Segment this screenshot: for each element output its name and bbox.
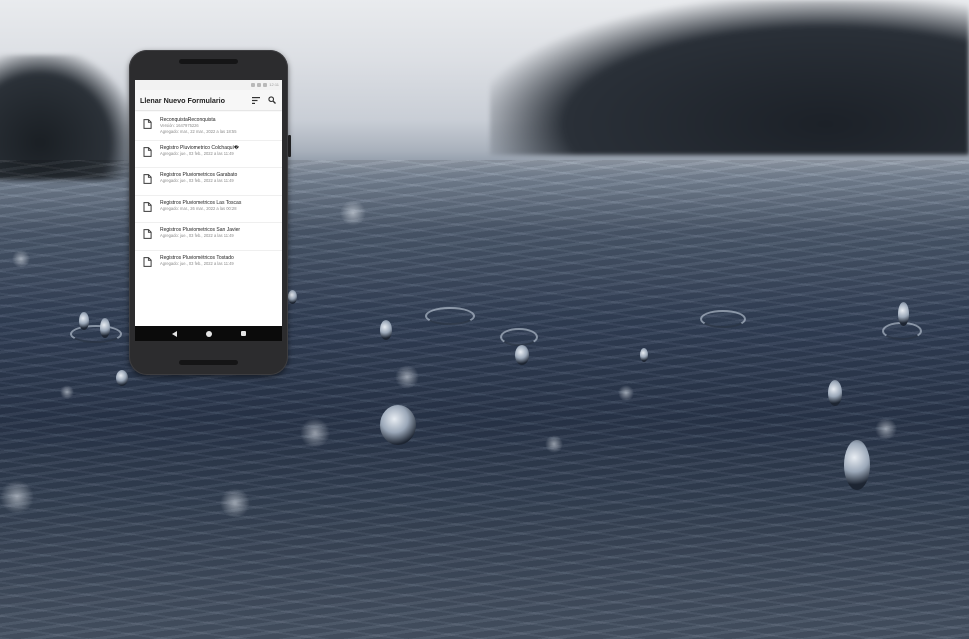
list-item[interactable]: Registros Pluviometricos San Javier Agre… xyxy=(135,223,282,251)
bokeh-light xyxy=(340,200,366,226)
bokeh-light xyxy=(618,385,634,401)
form-added-date: Agregado: jue., 03 feb., 2022 a las 11:4… xyxy=(160,178,234,183)
bokeh-light xyxy=(12,250,30,268)
rain-droplet xyxy=(828,380,842,406)
bokeh-light xyxy=(395,365,419,389)
back-icon[interactable] xyxy=(171,330,177,337)
bokeh-light xyxy=(545,435,563,453)
rain-splash xyxy=(425,307,475,325)
rain-droplet xyxy=(380,320,392,340)
phone-side-button xyxy=(288,135,291,157)
form-added-date: Agregado: jue., 03 feb., 2022 a las 11:4… xyxy=(160,260,234,266)
form-added-date: Agregado: mar., 26 mar., 2022 a las 00:2… xyxy=(160,205,237,211)
status-bar: 12:11 xyxy=(135,80,282,90)
form-added-date: Agregado: jue., 03 feb., 2022 a las 11:4… xyxy=(160,233,234,238)
bokeh-light xyxy=(60,385,74,399)
rain-droplet xyxy=(380,405,416,445)
status-time: 12:11 xyxy=(269,82,279,87)
document-icon xyxy=(143,229,152,239)
rain-droplet xyxy=(844,440,870,490)
phone-bottom-speaker xyxy=(179,360,238,365)
app-bar: Llenar Nuevo Formulario xyxy=(135,90,282,110)
form-added-date: Agregado: mar., 22 mar., 2022 a las 18:5… xyxy=(160,128,237,134)
wifi-icon xyxy=(257,82,262,87)
list-item[interactable]: Registros Pluviometricos Las Toscas Agre… xyxy=(135,196,282,223)
bokeh-light xyxy=(0,480,34,514)
rain-droplet xyxy=(288,290,297,304)
list-item[interactable]: Registros Pluviometricos Garabato Agrega… xyxy=(135,168,282,196)
phone-mockup: 12:11 Llenar Nuevo Formulario Reconquist… xyxy=(129,50,291,375)
document-icon xyxy=(143,256,152,267)
form-added-date: Agregado: jue., 03 feb., 2022 a las 11:4… xyxy=(160,150,234,156)
bokeh-light xyxy=(875,418,897,440)
rain-splash xyxy=(700,310,746,328)
phone-screen: 12:11 Llenar Nuevo Formulario Reconquist… xyxy=(135,80,282,341)
rain-splash xyxy=(500,328,538,346)
list-item[interactable]: Registro Pluviometrico Colchaquí� Agrega… xyxy=(135,141,282,168)
rain-droplet xyxy=(640,348,648,362)
phone-speaker xyxy=(179,59,238,64)
document-icon xyxy=(143,119,152,129)
document-icon xyxy=(143,201,152,212)
bokeh-light xyxy=(300,418,330,448)
list-item[interactable]: ReconquistaReconquista Versión: 16479752… xyxy=(135,113,282,141)
form-list: ReconquistaReconquista Versión: 16479752… xyxy=(135,110,282,278)
rain-droplet xyxy=(898,302,909,326)
page-title: Llenar Nuevo Formulario xyxy=(140,95,226,105)
distant-treeline xyxy=(490,0,969,155)
rain-droplet xyxy=(79,312,89,330)
document-icon xyxy=(143,174,152,184)
search-icon[interactable] xyxy=(266,94,278,106)
home-icon[interactable] xyxy=(205,330,212,337)
signal-icon xyxy=(251,82,256,87)
rain-droplet xyxy=(515,345,529,365)
list-item[interactable]: Registros Pluviométricos Tostado Agregad… xyxy=(135,251,282,279)
bokeh-light xyxy=(220,488,250,518)
rain-droplet xyxy=(116,370,128,386)
document-icon xyxy=(143,146,152,157)
sort-icon[interactable] xyxy=(250,94,262,106)
recents-icon[interactable] xyxy=(240,331,246,336)
rain-droplet xyxy=(100,318,110,338)
battery-icon xyxy=(263,82,268,87)
rain-splash xyxy=(70,325,122,343)
android-nav-bar xyxy=(135,326,282,341)
